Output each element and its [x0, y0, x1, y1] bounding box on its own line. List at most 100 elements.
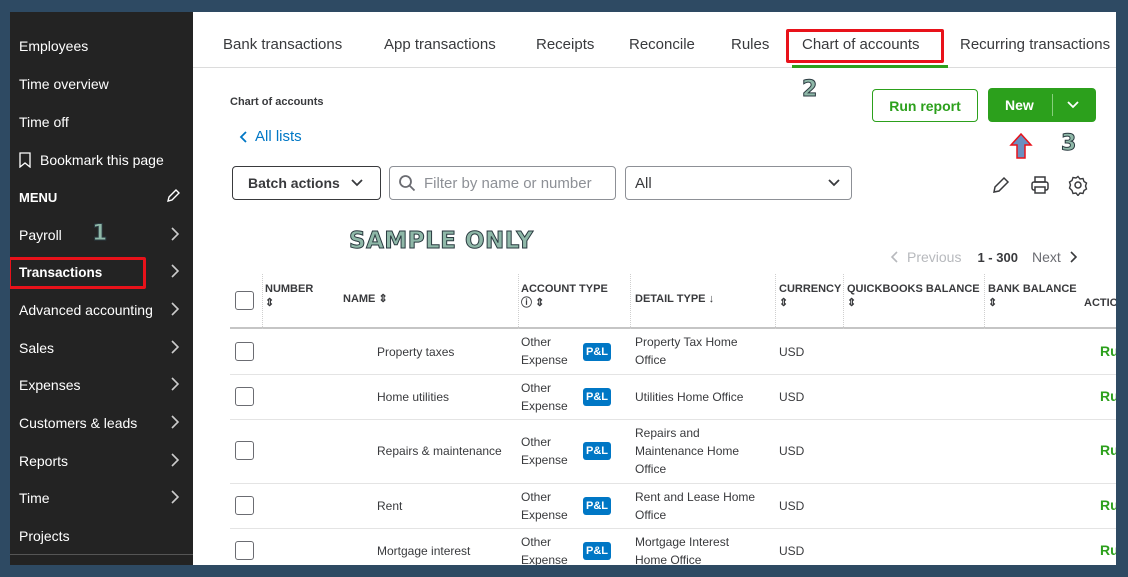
- sort-icon: ⇕: [265, 297, 275, 310]
- sort-icon: ⇕: [378, 293, 388, 306]
- column-separator: [843, 274, 844, 329]
- next-page-button[interactable]: Next: [1032, 249, 1061, 265]
- pagination: Previous 1 - 300 Next: [890, 249, 1078, 265]
- row-checkbox[interactable]: [235, 387, 254, 406]
- filter-field[interactable]: [389, 166, 616, 200]
- step-3-label: 3: [1060, 131, 1077, 157]
- filter-input[interactable]: [424, 174, 604, 192]
- tab-receipts[interactable]: Receipts: [536, 36, 594, 53]
- tab-reconcile[interactable]: Reconcile: [629, 36, 695, 53]
- main-content: Bank transactions App transactions Recei…: [193, 12, 1116, 565]
- account-type: Other Expense: [521, 435, 568, 467]
- row-checkbox[interactable]: [235, 342, 254, 361]
- account-name[interactable]: Mortgage interest: [377, 542, 470, 560]
- header-name[interactable]: NAME ⇕: [343, 292, 388, 306]
- run-report-link[interactable]: Ru: [1100, 442, 1116, 458]
- sidebar-item-time-off[interactable]: Time off: [10, 104, 193, 140]
- account-name[interactable]: Property taxes: [377, 343, 454, 361]
- sidebar-item-reports[interactable]: Reports: [10, 443, 193, 479]
- pl-badge: P&L: [583, 542, 611, 560]
- header-currency[interactable]: CURRENCY ⇕: [779, 282, 841, 310]
- row-checkbox[interactable]: [235, 541, 254, 560]
- detail-type: Utilities Home Office: [635, 390, 744, 404]
- edit-icon[interactable]: [990, 174, 1012, 196]
- page-range: 1 - 300: [977, 249, 1018, 265]
- header-bank-balance[interactable]: BANK BALANCE ⇕: [988, 282, 1077, 310]
- sample-watermark: SAMPLE ONLY: [349, 228, 534, 255]
- header-number[interactable]: NUMBER ⇕: [265, 282, 313, 310]
- detail-type: Mortgage Interest Home Office: [635, 535, 730, 565]
- chevron-down-icon: [351, 179, 363, 187]
- arrow-up-icon: [1009, 133, 1033, 159]
- sidebar-divider: [10, 554, 193, 555]
- account-name[interactable]: Repairs & maintenance: [377, 442, 502, 460]
- sidebar-item-employees[interactable]: Employees: [10, 28, 193, 64]
- tab-app-transactions[interactable]: App transactions: [384, 36, 496, 53]
- info-icon: ⓘ: [521, 297, 532, 309]
- search-icon: [399, 175, 416, 192]
- highlight-transactions: [10, 257, 146, 289]
- currency: USD: [779, 345, 805, 359]
- tab-bank-transactions[interactable]: Bank transactions: [223, 36, 342, 53]
- header-detail-type[interactable]: DETAIL TYPE ↓: [635, 292, 714, 306]
- chevron-left-icon: [890, 251, 898, 263]
- table-header: NUMBER ⇕ NAME ⇕ ACCOUNT TYPE ⓘ ⇕ DETAIL TY…: [230, 274, 1116, 329]
- run-report-link[interactable]: Ru: [1100, 388, 1116, 404]
- chevron-right-icon[interactable]: [1069, 251, 1078, 263]
- tab-recurring-transactions[interactable]: Recurring transactions: [960, 36, 1110, 53]
- step-1-label: 1: [91, 221, 108, 247]
- row-checkbox[interactable]: [235, 496, 254, 515]
- table-row: Property taxes Other Expense P&L Property…: [230, 329, 1116, 375]
- table-row: Home utilities Other Expense P&L Utilitie…: [230, 375, 1116, 420]
- settings-gear-icon[interactable]: [1067, 174, 1089, 196]
- table-row: Repairs & maintenance Other Expense P&L R…: [230, 420, 1116, 484]
- chevron-down-icon[interactable]: [1066, 98, 1080, 112]
- currency: USD: [779, 444, 805, 458]
- new-button[interactable]: New: [1005, 97, 1034, 113]
- account-type-select[interactable]: All: [625, 166, 852, 200]
- sidebar-item-expenses[interactable]: Expenses: [10, 367, 193, 403]
- sidebar-item-customers-leads[interactable]: Customers & leads: [10, 405, 193, 441]
- account-type: Other Expense: [521, 381, 568, 413]
- chevron-right-icon: [171, 227, 180, 241]
- run-report-link[interactable]: Ru: [1100, 343, 1116, 359]
- sort-down-icon: ↓: [708, 293, 715, 305]
- chevron-right-icon: [171, 415, 180, 429]
- edit-menu-icon[interactable]: [165, 188, 181, 204]
- active-tab-indicator: [792, 65, 948, 68]
- account-type: Other Expense: [521, 490, 568, 522]
- column-separator: [984, 274, 985, 329]
- sidebar-item-advanced-accounting[interactable]: Advanced accounting: [10, 292, 193, 328]
- header-quickbooks-balance[interactable]: QUICKBOOKS BALANCE ⇕: [847, 282, 980, 310]
- currency: USD: [779, 499, 805, 513]
- app-frame: Employees Time overview Time off Bookmar…: [10, 12, 1116, 565]
- step-2-label: 2: [801, 77, 818, 103]
- tab-rules[interactable]: Rules: [731, 36, 769, 53]
- run-report-button[interactable]: Run report: [872, 89, 978, 122]
- run-report-link[interactable]: Ru: [1100, 542, 1116, 558]
- header-account-type[interactable]: ACCOUNT TYPE ⓘ ⇕: [521, 282, 608, 310]
- sidebar-item-time-overview[interactable]: Time overview: [10, 66, 193, 102]
- sidebar-item-time[interactable]: Time: [10, 480, 193, 516]
- chevron-right-icon: [171, 264, 180, 278]
- select-all-checkbox[interactable]: [235, 291, 254, 310]
- bookmark-page-button[interactable]: Bookmark this page: [10, 142, 193, 178]
- detail-type: Rent and Lease Home Office: [635, 490, 756, 522]
- run-report-link[interactable]: Ru: [1100, 497, 1116, 513]
- batch-actions-button[interactable]: Batch actions: [232, 166, 381, 200]
- column-separator: [518, 274, 519, 329]
- print-icon[interactable]: [1029, 174, 1051, 196]
- sidebar-item-sales[interactable]: Sales: [10, 330, 193, 366]
- account-name[interactable]: Home utilities: [377, 388, 449, 406]
- chevron-right-icon: [171, 490, 180, 504]
- previous-page-button[interactable]: Previous: [907, 249, 961, 265]
- chevron-right-icon: [171, 302, 180, 316]
- bookmark-icon: [19, 152, 31, 168]
- sidebar-item-projects[interactable]: Projects: [10, 518, 193, 554]
- new-button-group: New: [988, 88, 1096, 122]
- currency: USD: [779, 390, 805, 404]
- chevron-down-icon: [828, 179, 840, 187]
- row-checkbox[interactable]: [235, 441, 254, 460]
- account-name[interactable]: Rent: [377, 497, 402, 515]
- all-lists-link[interactable]: All lists: [239, 128, 302, 145]
